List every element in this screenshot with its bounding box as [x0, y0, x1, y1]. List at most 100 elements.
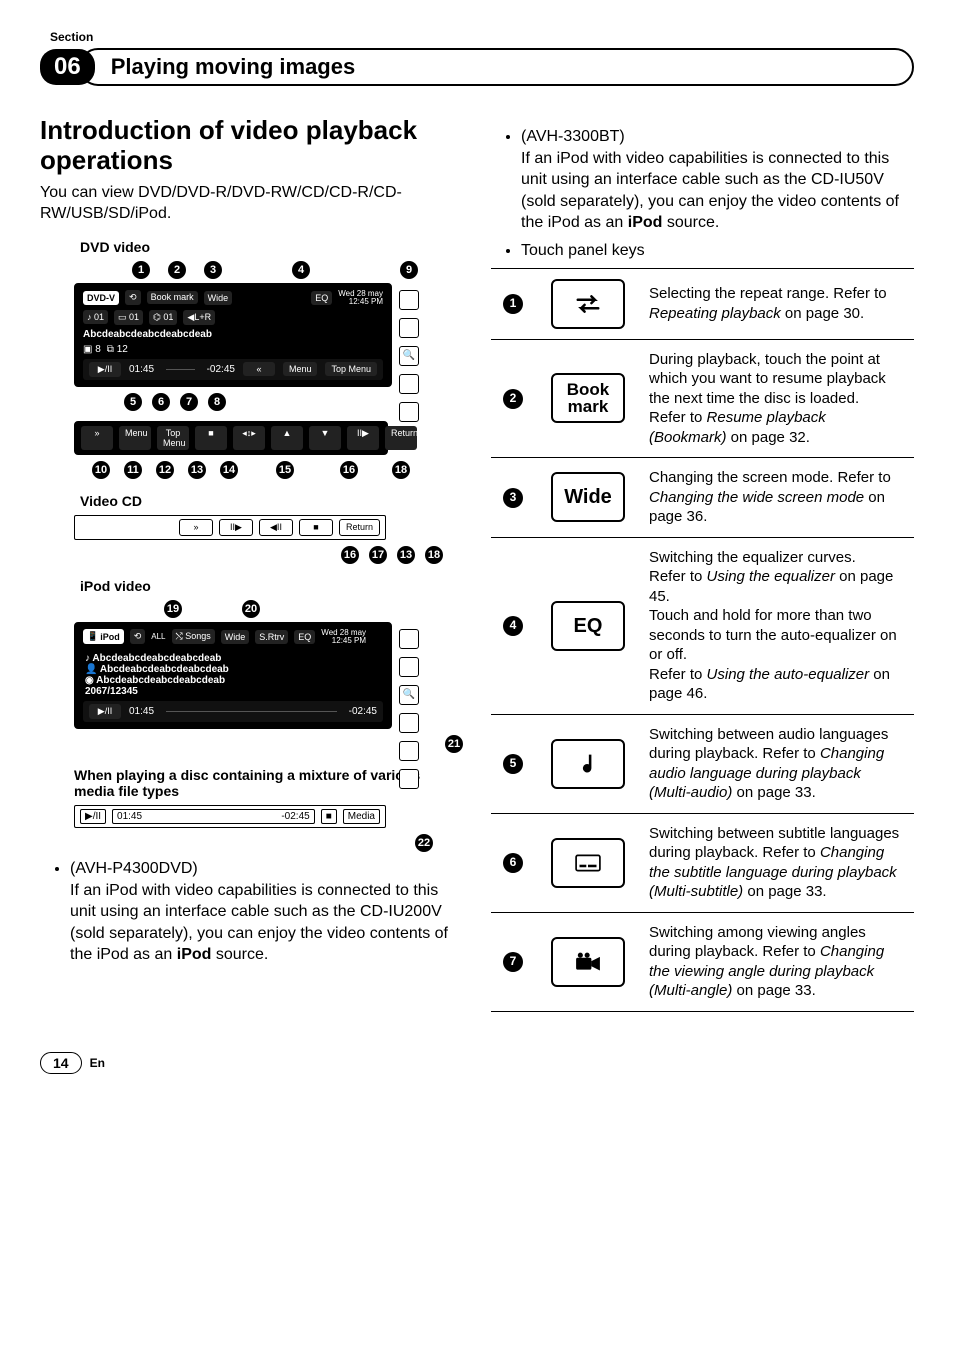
updown-btn: ◂↕▸ — [233, 426, 265, 450]
callout-v17: 17 — [369, 546, 387, 564]
key-num-3: 3 — [503, 488, 523, 508]
mixture-bar: ▶/II 01:45 -02:45 ■ Media — [74, 805, 386, 828]
menu-btn: Menu — [283, 362, 318, 376]
sub-chip: ▭ 01 — [114, 310, 143, 325]
key-desc-1: Selecting the repeat range. Refer to Rep… — [641, 268, 914, 339]
topmenu-btn: Top Menu — [325, 362, 377, 376]
ipod-line2: 👤 Abcdeabcdeabcdeabcdeab — [85, 664, 381, 675]
right-model: (AVH-3300BT) — [521, 128, 625, 145]
right-column: (AVH-3300BT) If an iPod with video capab… — [491, 116, 914, 1012]
time-cur: 01:45 — [129, 364, 154, 375]
callout-5: 5 — [124, 393, 142, 411]
ipod-line1: ♪ Abcdeabcdeabcdeabcdeab — [85, 653, 381, 664]
ipod-cur: 01:45 — [129, 706, 154, 717]
lr-chip: ◀L+R — [183, 310, 215, 325]
callout-9: 9 — [400, 261, 418, 279]
callout-v16: 16 — [341, 546, 359, 564]
right-bullet-1: (AVH-3300BT) If an iPod with video capab… — [521, 126, 914, 234]
repeat-chip: ⟲ — [125, 290, 141, 305]
stop-btn: ■ — [195, 426, 227, 450]
key-row-6: 6 Switching between subtitle languages du… — [491, 813, 914, 912]
dvd-screen: DVD-V ⟲ Book mark Wide EQ Wed 28 may 12:… — [74, 283, 392, 387]
ipod-side-2: ▦ — [399, 657, 419, 677]
ipod-side-4: 🗑 — [399, 713, 419, 733]
arrow-btn: » — [81, 426, 113, 450]
ipod-repeat: ⟲ — [130, 629, 146, 644]
dvd-heading: DVD video — [80, 239, 463, 255]
title-text: Abcdeabcdeabcdeabcdeab — [83, 329, 212, 340]
ipod-rem: -02:45 — [349, 706, 377, 717]
up-btn: ▲ — [271, 426, 303, 450]
ipod-all: ALL — [151, 632, 165, 641]
key-icon-5 — [551, 739, 625, 789]
vcd-fwd: II▶ — [219, 519, 253, 536]
key-desc-6: Switching between subtitle languages dur… — [641, 813, 914, 912]
key-num-2: 2 — [503, 389, 523, 409]
return-btn: Return — [385, 426, 417, 450]
callout-14: 14 — [220, 461, 238, 479]
ipod-side-3: 🔍 — [399, 685, 419, 705]
dvd-diagram: 1 2 3 4 9 DVD-V ⟲ Book mark Wide EQ — [74, 261, 463, 479]
key-icon-7 — [551, 937, 625, 987]
callout-16: 16 — [340, 461, 358, 479]
ipod-side-5: ◎ — [399, 741, 419, 761]
ipod-source: 📱 iPod — [83, 629, 124, 644]
ipod-side-app: App — [399, 769, 419, 789]
back-btn: « — [243, 362, 275, 376]
side-icon-5: ◎ — [399, 402, 419, 422]
key-row-3: 3WideChanging the screen mode. Refer to … — [491, 458, 914, 538]
key-row-7: 7Switching among viewing angles during p… — [491, 912, 914, 1011]
vcd-stop: ■ — [299, 519, 333, 536]
key-row-5: 5Switching between audio languages durin… — [491, 714, 914, 813]
mix-rem: -02:45 — [281, 811, 309, 822]
left-model: (AVH-P4300DVD) — [70, 860, 198, 877]
key-num-1: 1 — [503, 294, 523, 314]
touch-keys-table: 1 Selecting the repeat range. Refer to Re… — [491, 268, 914, 1012]
chapter-info: ▣ 8 — [83, 344, 101, 355]
bookmark-chip: Book mark — [147, 291, 198, 304]
page-footer: 14 En — [40, 1052, 914, 1074]
key-num-6: 6 — [503, 853, 523, 873]
section-header: 06 Playing moving images — [40, 48, 914, 86]
down-btn: ▼ — [309, 426, 341, 450]
section-number: 06 — [40, 49, 95, 85]
side-icon-1: ↗ — [399, 290, 419, 310]
callout-15: 15 — [276, 461, 294, 479]
left-bullet-1: (AVH-P4300DVD) If an iPod with video cap… — [70, 858, 463, 966]
ipod-diagram: 19 20 📱 iPod ⟲ ALL ⤭ Songs Wide S.Rtrv E… — [74, 600, 463, 753]
callout-6: 6 — [152, 393, 170, 411]
angle-chip: ⌬ 01 — [149, 310, 177, 325]
ipod-line3: ◉ Abcdeabcdeabcdeabcdeab — [85, 675, 381, 686]
vcd-return: Return — [339, 519, 380, 536]
source-label: DVD-V — [83, 291, 119, 305]
play-pause: ▶/II — [89, 362, 121, 377]
section-label: Section — [50, 30, 914, 44]
ipod-srtrv: S.Rtrv — [255, 630, 288, 644]
ipod-wide: Wide — [221, 630, 250, 644]
left-bold: iPod — [177, 946, 212, 963]
callout-11: 11 — [124, 461, 142, 479]
key-row-1: 1 Selecting the repeat range. Refer to Re… — [491, 268, 914, 339]
page-lang: En — [90, 1056, 105, 1070]
title-info: ⧉ 12 — [107, 344, 128, 355]
clock-time: 12:45 PM — [349, 297, 383, 306]
vcd-diagram: » II▶ ◀II ■ Return 16 17 13 18 — [74, 515, 463, 564]
time-rem: -02:45 — [207, 364, 235, 375]
callout-2: 2 — [168, 261, 186, 279]
intro-heading: Introduction of video playback operation… — [40, 116, 463, 176]
left-bullet-list: (AVH-P4300DVD) If an iPod with video cap… — [40, 858, 463, 966]
callout-19: 19 — [164, 600, 182, 618]
page-number: 14 — [40, 1052, 82, 1074]
left-text-b: source. — [211, 946, 268, 963]
mix-cur: 01:45 — [117, 811, 142, 822]
left-column: Introduction of video playback operation… — [40, 116, 463, 1012]
ipod-screen: 📱 iPod ⟲ ALL ⤭ Songs Wide S.Rtrv EQ Wed … — [74, 622, 392, 729]
key-desc-5: Switching between audio languages during… — [641, 714, 914, 813]
key-row-4: 4EQSwitching the equalizer curves.Refer … — [491, 537, 914, 714]
key-icon-6 — [551, 838, 625, 888]
ipod-side-1: ↗ — [399, 629, 419, 649]
vcd-arrow: » — [179, 519, 213, 536]
mix-stop: ■ — [321, 809, 337, 824]
key-num-7: 7 — [503, 952, 523, 972]
key-desc-3: Changing the screen mode. Refer to Chang… — [641, 458, 914, 538]
